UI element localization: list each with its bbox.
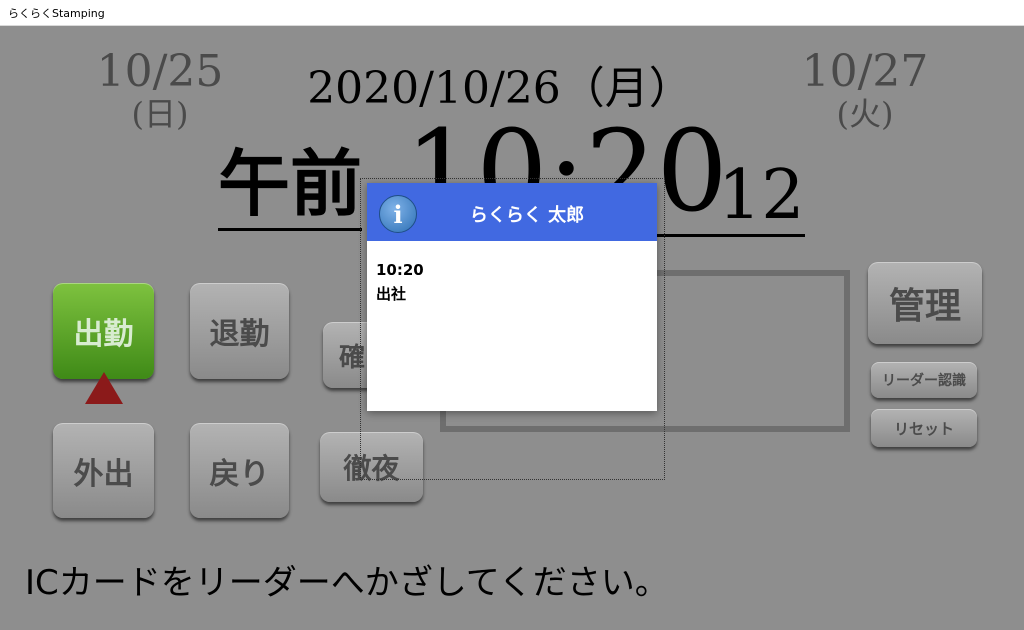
stamp-notification-dialog[interactable]: i らくらく 太郎 10:20 出社 bbox=[367, 183, 657, 411]
dialog-action: 出社 bbox=[376, 285, 407, 303]
reader-auth-button[interactable]: リーダー認識 bbox=[871, 362, 977, 398]
ampm-indicator: 午前 bbox=[218, 140, 363, 231]
clock-seconds: 12 bbox=[718, 156, 805, 237]
info-icon: i bbox=[379, 195, 417, 233]
dialog-body: 10:20 出社 bbox=[376, 258, 424, 306]
status-message: ICカードをリーダーへかざしてください。 bbox=[25, 563, 669, 603]
previous-date-value: 10/25 bbox=[96, 46, 224, 97]
window-title: らくらくStamping bbox=[8, 7, 105, 20]
previous-date-weekday: (日) bbox=[131, 95, 189, 133]
next-date-weekday: (火) bbox=[836, 95, 894, 133]
clock-in-button[interactable]: 出勤 bbox=[53, 283, 154, 379]
dialog-header: i らくらく 太郎 bbox=[367, 183, 657, 241]
selected-marker-icon bbox=[85, 372, 123, 404]
return-button[interactable]: 戻り bbox=[190, 423, 289, 518]
dialog-time: 10:20 bbox=[376, 261, 424, 279]
admin-button[interactable]: 管理 bbox=[868, 262, 982, 344]
window-titlebar: らくらくStamping bbox=[0, 0, 1024, 26]
next-date-value: 10/27 bbox=[801, 46, 929, 97]
previous-date: 10/25 (日) bbox=[90, 46, 230, 133]
dialog-title: らくらく 太郎 bbox=[469, 205, 585, 226]
next-date: 10/27 (火) bbox=[795, 46, 935, 133]
go-out-button[interactable]: 外出 bbox=[53, 423, 154, 518]
clock-out-button[interactable]: 退勤 bbox=[190, 283, 289, 379]
reset-button[interactable]: リセット bbox=[871, 409, 977, 447]
